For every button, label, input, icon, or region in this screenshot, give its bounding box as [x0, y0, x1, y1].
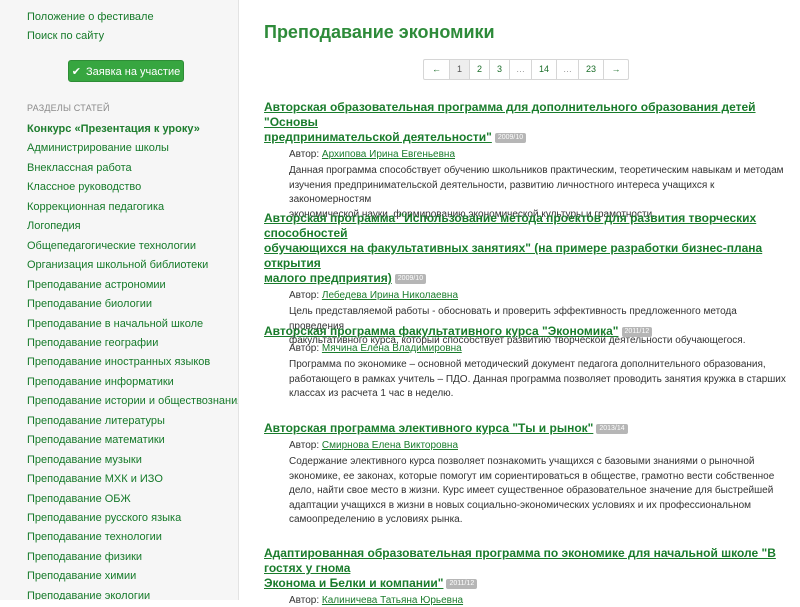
- sidebar-section-link[interactable]: Коррекционная педагогика: [27, 200, 164, 214]
- author-link[interactable]: Лебедева Ирина Николаевна: [322, 290, 458, 301]
- sidebar-section-link[interactable]: Преподавание в начальной школе: [27, 317, 203, 331]
- sidebar-section-link[interactable]: Внеклассная работа: [27, 161, 132, 175]
- pagination-ellipsis: …: [510, 60, 532, 79]
- page-link[interactable]: 1: [450, 60, 470, 79]
- sidebar-section-link[interactable]: Общепедагогические технологии: [27, 239, 196, 253]
- article-title-link[interactable]: Адаптированная образовательная программа…: [264, 546, 786, 591]
- sidebar-section-link[interactable]: Преподавание истории и обществознания: [27, 394, 238, 408]
- sidebar-section-link[interactable]: Преподавание ОБЖ: [27, 492, 131, 506]
- sidebar-section-link[interactable]: Преподавание литературы: [27, 414, 165, 428]
- sidebar-section-link[interactable]: Преподавание астрономии: [27, 278, 166, 292]
- author-label: Автор:: [289, 149, 322, 160]
- article-item: Авторская программа факультативного курс…: [264, 324, 786, 402]
- sidebar-section-link[interactable]: Логопедия: [27, 219, 81, 233]
- sidebar-section-link[interactable]: Преподавание географии: [27, 336, 158, 350]
- author-label: Автор:: [289, 290, 322, 301]
- pagination: ← 1 2 3 … 14 … 23 →: [423, 59, 629, 80]
- article-description: Содержание элективного курса позволяет п…: [289, 456, 775, 525]
- sidebar-section-link[interactable]: Преподавание русского языка: [27, 511, 181, 525]
- author-link[interactable]: Калиничева Татьяна Юрьевна: [322, 595, 463, 606]
- page-link[interactable]: 23: [579, 60, 604, 79]
- sections-heading: РАЗДЕЛЫ СТАТЕЙ: [27, 103, 110, 113]
- page-link[interactable]: 3: [490, 60, 510, 79]
- article-description: Программа по экономике – основной методи…: [289, 359, 786, 399]
- article-title-link[interactable]: Авторская образовательная программа для …: [264, 100, 786, 145]
- sidebar-section-link[interactable]: Преподавание иностранных языков: [27, 355, 210, 369]
- page-link[interactable]: 14: [532, 60, 557, 79]
- sidebar-section-link[interactable]: Преподавание экологии: [27, 589, 150, 600]
- year-badge: 2011/12: [446, 578, 478, 589]
- author-label: Автор:: [289, 343, 322, 354]
- sidebar-section-link[interactable]: Преподавание музыки: [27, 453, 142, 467]
- sidebar-section-link[interactable]: Преподавание математики: [27, 433, 165, 447]
- year-badge: 2009/10: [494, 132, 527, 143]
- author-link[interactable]: Мячина Елена Владимировна: [322, 343, 462, 354]
- prev-page-button[interactable]: ←: [424, 60, 450, 79]
- festival-rules-link[interactable]: Положение о фестивале: [27, 10, 154, 24]
- page-title: Преподавание экономики: [264, 22, 495, 42]
- sidebar-section-link[interactable]: Преподавание химии: [27, 569, 136, 583]
- author-line: Автор: Мячина Елена Владимировна: [289, 342, 786, 355]
- author-line: Автор: Калиничева Татьяна Юрьевна: [289, 594, 786, 607]
- article-item: Авторская программа элективного курса "Т…: [264, 421, 786, 528]
- article-title-link[interactable]: Авторская программа факультативного курс…: [264, 324, 786, 339]
- sidebar-section-link[interactable]: Преподавание физики: [27, 550, 142, 564]
- author-label: Автор:: [289, 595, 322, 606]
- sidebar-section-link[interactable]: Преподавание технологии: [27, 530, 162, 544]
- pagination-ellipsis: …: [557, 60, 579, 79]
- year-badge: 2011/12: [621, 326, 653, 337]
- check-icon: ✔: [71, 66, 82, 78]
- apply-button[interactable]: ✔ Заявка на участие: [68, 60, 184, 82]
- author-link[interactable]: Смирнова Елена Викторовна: [322, 440, 458, 451]
- author-line: Автор: Лебедева Ирина Николаевна: [289, 289, 786, 302]
- article-title-link[interactable]: Авторская программа элективного курса "Т…: [264, 421, 786, 436]
- sidebar: Положение о фестивале Поиск по сайту ✔ За…: [0, 0, 239, 600]
- author-label: Автор:: [289, 440, 322, 451]
- article-item: Авторская образовательная программа для …: [264, 100, 786, 222]
- next-page-button[interactable]: →: [604, 60, 628, 79]
- sidebar-section-link[interactable]: Конкурс «Презентация к уроку»: [27, 122, 200, 136]
- apply-button-label: Заявка на участие: [86, 66, 181, 78]
- sidebar-section-link[interactable]: Преподавание биологии: [27, 297, 152, 311]
- sidebar-section-link[interactable]: Преподавание информатики: [27, 375, 174, 389]
- year-badge: 2009/10: [394, 273, 427, 284]
- article-item: Адаптированная образовательная программа…: [264, 546, 786, 607]
- sidebar-section-link[interactable]: Организация школьной библиотеки: [27, 258, 208, 272]
- sidebar-section-link[interactable]: Администрирование школы: [27, 141, 169, 155]
- author-link[interactable]: Архипова Ирина Евгеньевна: [322, 149, 455, 160]
- page-link[interactable]: 2: [470, 60, 490, 79]
- author-line: Автор: Архипова Ирина Евгеньевна: [289, 148, 786, 161]
- sidebar-section-link[interactable]: Преподавание МХК и ИЗО: [27, 472, 163, 486]
- site-search-link[interactable]: Поиск по сайту: [27, 29, 104, 43]
- sidebar-section-link[interactable]: Классное руководство: [27, 180, 141, 194]
- article-title-link[interactable]: Авторская программа "Использование метод…: [264, 211, 786, 286]
- year-badge: 2013/14: [596, 423, 628, 434]
- author-line: Автор: Смирнова Елена Викторовна: [289, 439, 786, 452]
